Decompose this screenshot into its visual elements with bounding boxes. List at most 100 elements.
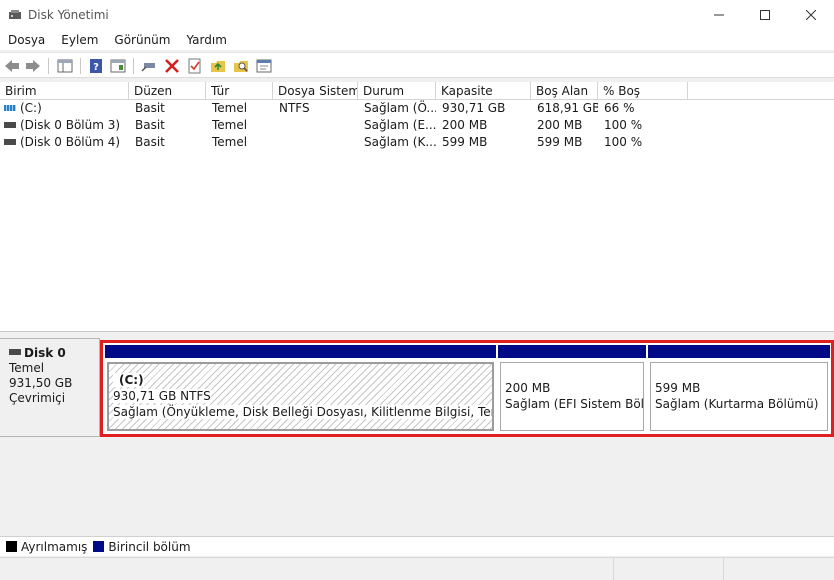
column-header-tur[interactable]: Tür (206, 82, 273, 100)
help-icon: ? (90, 59, 102, 73)
show-hide-pane-button[interactable] (56, 57, 74, 75)
partition-status: Sağlam (Önyükleme, Disk Belleği Dosyası,… (113, 405, 492, 419)
cell-kapasite: 599 MB (442, 135, 488, 149)
cell-durum: Sağlam (Ö... (364, 101, 436, 115)
partition-label: (C:) (113, 373, 144, 387)
column-header-duzen[interactable]: Düzen (129, 82, 206, 100)
help-button[interactable]: ? (87, 57, 105, 75)
maximize-button[interactable] (742, 0, 788, 30)
delete-icon (165, 59, 179, 73)
export-folder-icon (211, 61, 225, 72)
column-header-birim[interactable]: Birim (0, 82, 129, 100)
console-tree-icon (110, 59, 126, 73)
disk-management-app-icon (8, 8, 22, 22)
close-icon (806, 10, 816, 20)
window-title: Disk Yönetimi (28, 8, 109, 22)
export-button[interactable] (209, 57, 227, 75)
legend: Ayrılmamış Birincil bölüm (0, 536, 834, 556)
forward-button[interactable] (24, 57, 42, 75)
cell-dosya-sistemi: NTFS (279, 101, 310, 115)
partition-bar (498, 345, 646, 358)
menu-eylem[interactable]: Eylem (53, 30, 106, 50)
svg-text:?: ? (93, 62, 99, 73)
partition-status: Sağlam (Kurtarma Bölümü) (655, 397, 819, 411)
volume-icon (4, 122, 16, 128)
minimize-icon (714, 14, 724, 16)
partition-bar (648, 345, 830, 358)
cell-durum: Sağlam (K... (364, 135, 436, 149)
cell-tur: Temel (212, 135, 248, 149)
cell-kapasite: 930,71 GB (442, 101, 506, 115)
partition-efi[interactable]: 200 MB Sağlam (EFI Sistem Bölümü) (498, 345, 646, 431)
menu-yardim[interactable]: Yardım (178, 30, 234, 50)
volume-list-header: Birim Düzen Tür Dosya Sistemi Durum Kapa… (0, 82, 834, 100)
disk-info-panel[interactable]: Disk 0 Temel 931,50 GB Çevrimiçi (0, 338, 100, 437)
console-tree-button[interactable] (109, 57, 127, 75)
cell-yuzde-bos: 100 % (604, 118, 643, 132)
disk-type: Temel (9, 361, 45, 375)
menu-gorunum[interactable]: Görünüm (106, 30, 178, 50)
column-header-yuzde-bos[interactable]: % Boş (598, 82, 688, 100)
cell-duzen: Basit (135, 135, 165, 149)
cell-bos-alan: 618,91 GB (537, 101, 598, 115)
cell-duzen: Basit (135, 118, 165, 132)
status-bar (0, 557, 834, 580)
partition-size: 200 MB (505, 381, 551, 395)
close-button[interactable] (788, 0, 834, 30)
title-bar: Disk Yönetimi (0, 0, 834, 30)
partition-size: 930,71 GB NTFS (113, 389, 211, 403)
column-header-bos-alan[interactable]: Boş Alan (531, 82, 598, 100)
column-header-durum[interactable]: Durum (358, 82, 436, 100)
connect-button[interactable] (140, 57, 158, 75)
settings-window-button[interactable] (255, 57, 273, 75)
back-button[interactable] (3, 57, 21, 75)
volume-icon (4, 139, 16, 145)
cell-duzen: Basit (135, 101, 165, 115)
legend-label-primary: Birincil bölüm (108, 539, 191, 554)
disk-graphical-view: Disk 0 Temel 931,50 GB Çevrimiçi (C:) 93… (0, 338, 834, 528)
volume-list: Birim Düzen Tür Dosya Sistemi Durum Kapa… (0, 82, 834, 332)
cell-dosya-sistemi (273, 117, 358, 134)
status-cell (613, 558, 723, 580)
partition-size: 599 MB (655, 381, 701, 395)
table-row[interactable]: (C:) Basit Temel NTFS Sağlam (Ö... 930,7… (0, 100, 834, 117)
table-row[interactable]: (Disk 0 Bölüm 3) Basit Temel Sağlam (E..… (0, 117, 834, 134)
toolbar: ? (0, 52, 834, 78)
legend-swatch-primary (93, 541, 105, 552)
cell-tur: Temel (212, 118, 248, 132)
cell-yuzde-bos: 66 % (604, 101, 635, 115)
cell-durum: Sağlam (E... (364, 118, 436, 132)
partition-recovery[interactable]: 599 MB Sağlam (Kurtarma Bölümü) (648, 345, 830, 431)
cell-kapasite: 200 MB (442, 118, 488, 132)
table-row[interactable]: (Disk 0 Bölüm 4) Basit Temel Sağlam (K..… (0, 134, 834, 151)
cell-birim: (C:) (20, 101, 42, 115)
volume-icon (4, 105, 16, 111)
cell-bos-alan: 599 MB (537, 135, 583, 149)
disk-icon (9, 349, 21, 355)
maximize-icon (760, 10, 770, 20)
legend-label-unallocated: Ayrılmamış (21, 539, 88, 554)
minimize-button[interactable] (696, 0, 742, 30)
column-header-kapasite[interactable]: Kapasite (436, 82, 531, 100)
disk-size: 931,50 GB (9, 376, 73, 390)
partition-bar (105, 345, 496, 358)
status-cell (723, 558, 834, 580)
menu-bar: Dosya Eylem Görünüm Yardım (0, 30, 834, 50)
cell-birim: (Disk 0 Bölüm 3) (20, 118, 121, 132)
partition-c[interactable]: (C:) 930,71 GB NTFS Sağlam (Önyükleme, D… (105, 345, 496, 431)
connect-icon (141, 63, 155, 72)
properties-pane-icon (57, 59, 73, 73)
disk-status: Çevrimiçi (9, 391, 66, 405)
menu-dosya[interactable]: Dosya (0, 30, 53, 50)
cell-yuzde-bos: 100 % (604, 135, 643, 149)
properties-button[interactable] (186, 57, 204, 75)
column-header-dosya-sistemi[interactable]: Dosya Sistemi (273, 82, 358, 100)
settings-window-icon (256, 59, 272, 73)
forward-icon (26, 60, 40, 72)
search-button[interactable] (232, 57, 250, 75)
delete-button[interactable] (163, 57, 181, 75)
back-icon (5, 60, 19, 72)
disk-name: Disk 0 (24, 346, 66, 360)
cell-bos-alan: 200 MB (537, 118, 583, 132)
partition-map: (C:) 930,71 GB NTFS Sağlam (Önyükleme, D… (100, 340, 834, 437)
